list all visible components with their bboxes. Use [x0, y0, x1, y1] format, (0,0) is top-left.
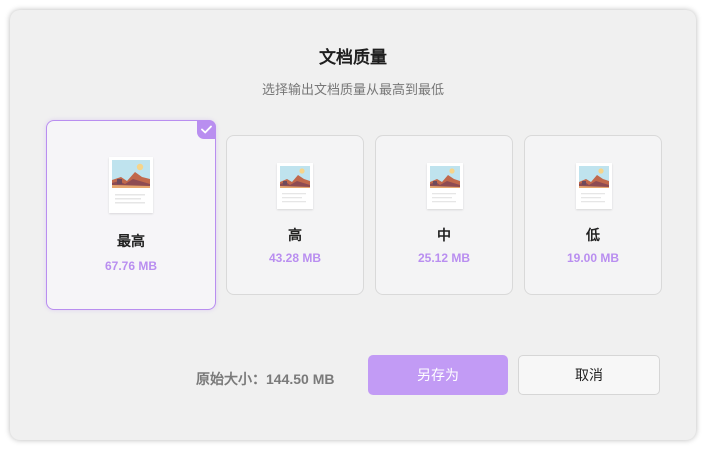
quality-file-size: 25.12 MB	[417, 251, 471, 265]
dialog-title: 文档质量	[319, 48, 387, 67]
quality-label: 低	[586, 227, 600, 243]
cancel-button[interactable]: 取消	[518, 355, 660, 395]
quality-file-size: 19.00 MB	[566, 251, 620, 265]
original-size-text: 原始大小：144.50 MB	[196, 371, 335, 387]
quality-label: 最高	[117, 233, 145, 249]
check-icon	[197, 120, 216, 139]
document-thumbnail-icon	[277, 163, 313, 209]
quality-file-size: 43.28 MB	[268, 251, 322, 265]
quality-option-high[interactable]: 高 43.28 MB	[226, 135, 364, 295]
dialog-subtitle: 选择输出文档质量从最高到最低	[261, 82, 444, 97]
quality-file-size: 67.76 MB	[104, 259, 158, 273]
quality-dialog: 文档质量 选择输出文档质量从最高到最低 最高 67.76 MB 高 43.28 …	[10, 10, 696, 440]
quality-label: 中	[437, 227, 451, 243]
quality-option-medium[interactable]: 中 25.12 MB	[375, 135, 513, 295]
quality-label: 高	[288, 227, 302, 243]
document-thumbnail-icon	[576, 163, 612, 209]
document-thumbnail-icon	[427, 163, 463, 209]
save-as-button[interactable]: 另存为	[368, 355, 508, 395]
quality-option-low[interactable]: 低 19.00 MB	[524, 135, 662, 295]
document-thumbnail-icon	[109, 157, 153, 213]
quality-option-highest[interactable]: 最高 67.76 MB	[46, 120, 216, 310]
